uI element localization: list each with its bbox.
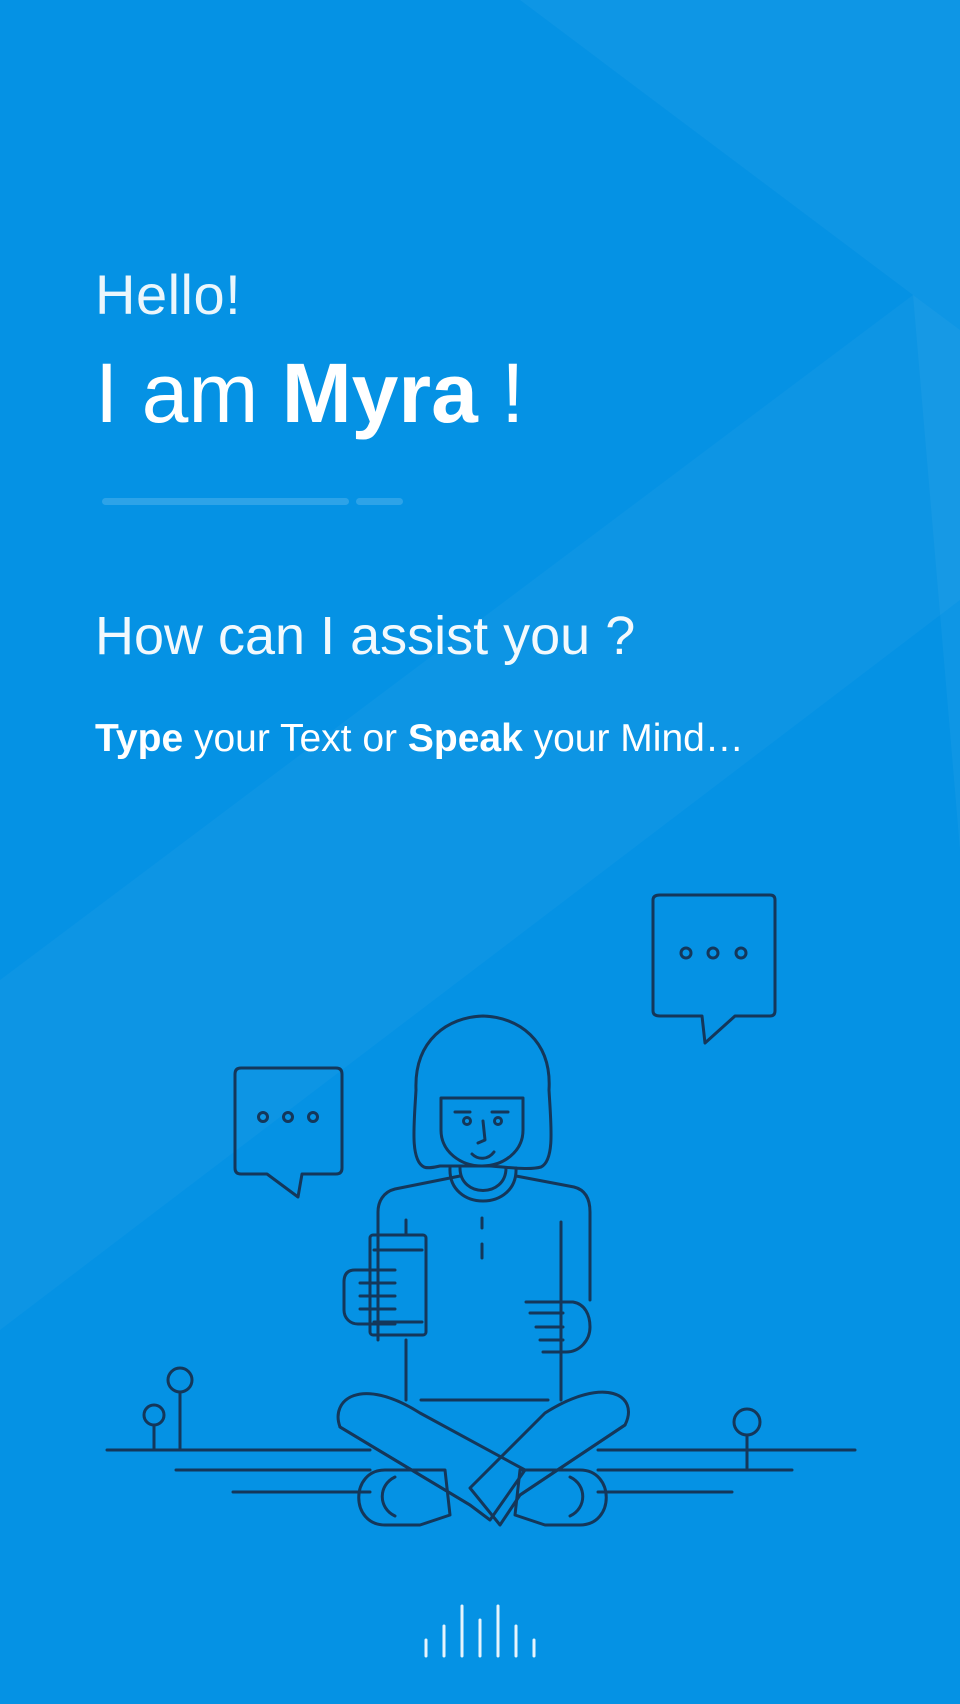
question-text: How can I assist you ? [95,606,636,666]
right-hand [524,1300,592,1354]
illustration-person [105,893,857,1527]
instruction-middle: your Text or [183,717,408,760]
instruction-speak-word: Speak [407,717,523,760]
phone-in-hand [342,1218,428,1337]
intro-prefix: I am [95,346,282,440]
person-torso [376,1166,592,1402]
plant-decorations [142,1366,762,1470]
voice-input-button[interactable] [420,1600,540,1660]
person-head [412,1014,553,1171]
speech-bubble-right-icon [651,893,777,1045]
speech-bubble-left-icon [233,1066,344,1199]
intro-suffix: ! [477,346,525,440]
welcome-screen: Hello! I am Myra ! How can I assist you … [0,0,960,1704]
person-legs [336,1390,630,1527]
divider-long-segment [102,498,349,505]
instruction-end: your Mind… [522,717,744,760]
ground-lines [105,1448,857,1494]
voice-waveform-icon [424,1604,536,1658]
greeting-text: Hello! [95,263,242,326]
divider-short-segment [356,498,403,505]
instruction-text: Type your Text or Speak your Mind… [95,717,744,761]
instruction-type-word: Type [95,717,184,760]
assistant-name: Myra [281,346,478,440]
assistant-intro: I am Myra ! [95,345,525,442]
